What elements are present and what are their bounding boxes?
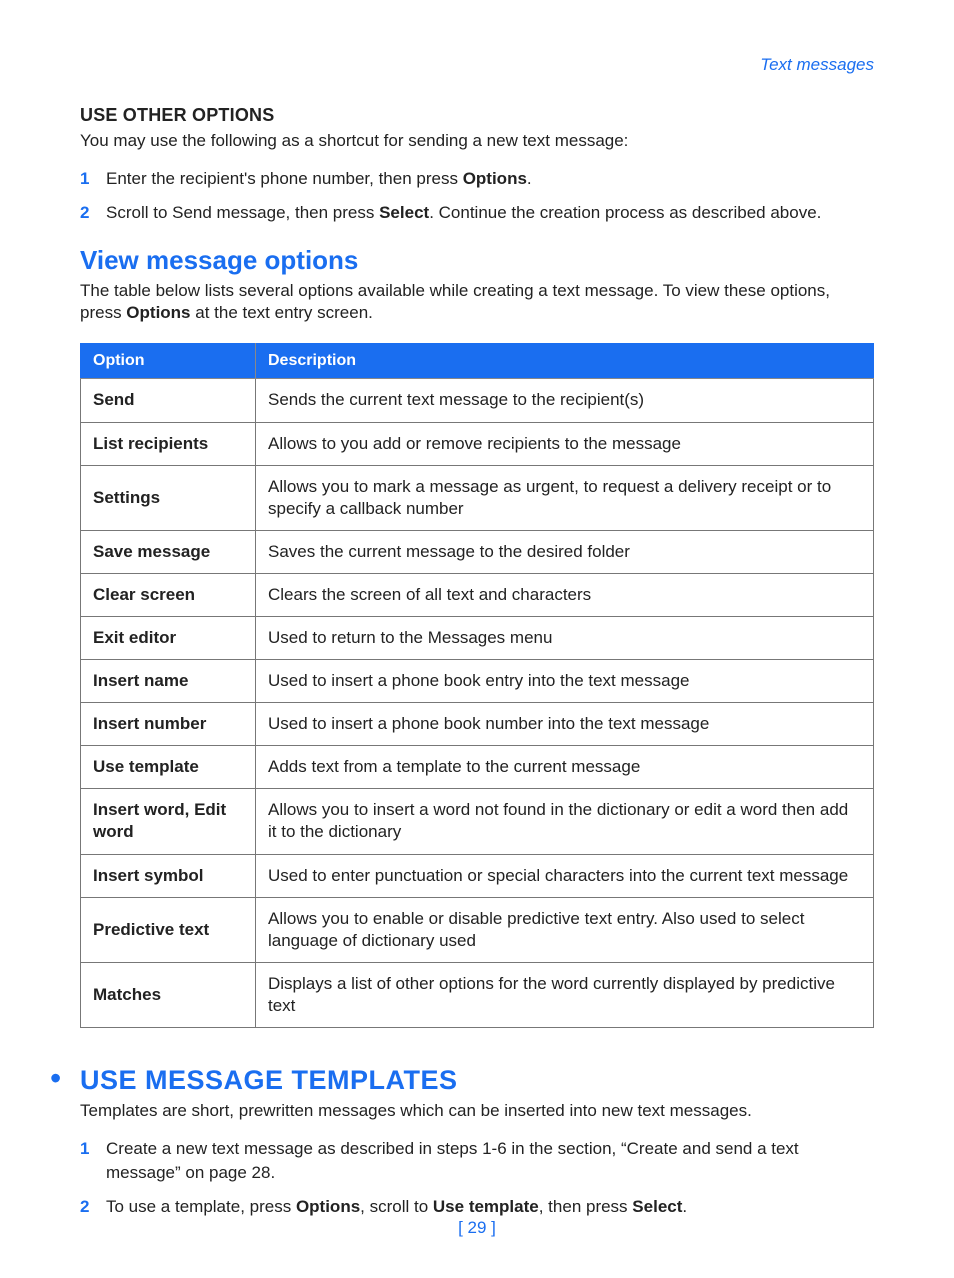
- table-header-description: Description: [256, 344, 874, 379]
- step-text: , then press: [539, 1197, 633, 1216]
- page-container: Text messages USE OTHER OPTIONS You may …: [0, 0, 954, 1278]
- table-header-option: Option: [81, 344, 256, 379]
- header-topic: Text messages: [80, 55, 874, 75]
- table-row: List recipientsAllows to you add or remo…: [81, 422, 874, 465]
- list-item: 2 To use a template, press Options, scro…: [80, 1195, 874, 1219]
- step-bold: Select: [632, 1197, 682, 1216]
- table-row: Predictive textAllows you to enable or d…: [81, 897, 874, 962]
- intro-text: at the text entry screen.: [191, 303, 373, 322]
- step-text: , scroll to: [360, 1197, 433, 1216]
- table-row: Save messageSaves the current message to…: [81, 530, 874, 573]
- table-row: Use templateAdds text from a template to…: [81, 746, 874, 789]
- option-description: Adds text from a template to the current…: [256, 746, 874, 789]
- use-other-options-title: USE OTHER OPTIONS: [80, 105, 874, 126]
- list-item: 2 Scroll to Send message, then press Sel…: [80, 201, 874, 225]
- step-text: Enter the recipient's phone number, then…: [106, 169, 463, 188]
- step-text: Scroll to Send message, then press: [106, 203, 379, 222]
- step-bold: Use template: [433, 1197, 539, 1216]
- option-name: Insert name: [81, 660, 256, 703]
- list-item: 1 Enter the recipient's phone number, th…: [80, 167, 874, 191]
- option-name: Predictive text: [81, 897, 256, 962]
- step-bold: Options: [296, 1197, 360, 1216]
- step-number: 1: [80, 167, 89, 191]
- step-bold: Options: [463, 169, 527, 188]
- option-name: Matches: [81, 962, 256, 1027]
- use-other-options-intro: You may use the following as a shortcut …: [80, 130, 874, 153]
- step-number: 2: [80, 201, 89, 225]
- step-number: 1: [80, 1137, 89, 1161]
- option-name: Settings: [81, 465, 256, 530]
- table-row: SettingsAllows you to mark a message as …: [81, 465, 874, 530]
- table-row: Exit editorUsed to return to the Message…: [81, 616, 874, 659]
- templates-steps: 1 Create a new text message as described…: [80, 1137, 874, 1218]
- view-message-options-title: View message options: [80, 245, 874, 276]
- option-description: Used to insert a phone book number into …: [256, 703, 874, 746]
- option-description: Saves the current message to the desired…: [256, 530, 874, 573]
- option-description: Allows you to enable or disable predicti…: [256, 897, 874, 962]
- step-text: .: [682, 1197, 687, 1216]
- step-text: Create a new text message as described i…: [106, 1139, 799, 1182]
- use-message-templates-title: USE MESSAGE TEMPLATES: [80, 1065, 458, 1096]
- table-row: Insert word, Edit wordAllows you to inse…: [81, 789, 874, 854]
- option-name: Clear screen: [81, 573, 256, 616]
- option-description: Allows to you add or remove recipients t…: [256, 422, 874, 465]
- step-text: . Continue the creation process as descr…: [429, 203, 821, 222]
- step-text: To use a template, press: [106, 1197, 296, 1216]
- table-row: Clear screenClears the screen of all tex…: [81, 573, 874, 616]
- option-name: Insert symbol: [81, 854, 256, 897]
- option-description: Allows you to mark a message as urgent, …: [256, 465, 874, 530]
- option-name: Save message: [81, 530, 256, 573]
- table-row: Insert symbolUsed to enter punctuation o…: [81, 854, 874, 897]
- option-description: Sends the current text message to the re…: [256, 379, 874, 422]
- option-name: Insert word, Edit word: [81, 789, 256, 854]
- options-table: Option Description SendSends the current…: [80, 343, 874, 1028]
- use-other-options-steps: 1 Enter the recipient's phone number, th…: [80, 167, 874, 225]
- table-row: Insert numberUsed to insert a phone book…: [81, 703, 874, 746]
- option-description: Displays a list of other options for the…: [256, 962, 874, 1027]
- option-description: Used to enter punctuation or special cha…: [256, 854, 874, 897]
- option-name: Exit editor: [81, 616, 256, 659]
- option-description: Used to insert a phone book entry into t…: [256, 660, 874, 703]
- templates-intro: Templates are short, prewritten messages…: [80, 1100, 874, 1123]
- option-name: Send: [81, 379, 256, 422]
- option-description: Used to return to the Messages menu: [256, 616, 874, 659]
- table-row: MatchesDisplays a list of other options …: [81, 962, 874, 1027]
- option-name: Use template: [81, 746, 256, 789]
- option-name: List recipients: [81, 422, 256, 465]
- list-item: 1 Create a new text message as described…: [80, 1137, 874, 1185]
- table-row: Insert nameUsed to insert a phone book e…: [81, 660, 874, 703]
- option-description: Clears the screen of all text and charac…: [256, 573, 874, 616]
- step-bold: Select: [379, 203, 429, 222]
- use-message-templates-heading: • USE MESSAGE TEMPLATES: [80, 1062, 874, 1096]
- bullet-icon: •: [50, 1062, 80, 1094]
- table-header-row: Option Description: [81, 344, 874, 379]
- step-number: 2: [80, 1195, 89, 1219]
- table-row: SendSends the current text message to th…: [81, 379, 874, 422]
- page-number: [ 29 ]: [0, 1218, 954, 1238]
- option-name: Insert number: [81, 703, 256, 746]
- option-description: Allows you to insert a word not found in…: [256, 789, 874, 854]
- view-message-options-intro: The table below lists several options av…: [80, 280, 874, 326]
- step-text: .: [527, 169, 532, 188]
- intro-bold: Options: [126, 303, 190, 322]
